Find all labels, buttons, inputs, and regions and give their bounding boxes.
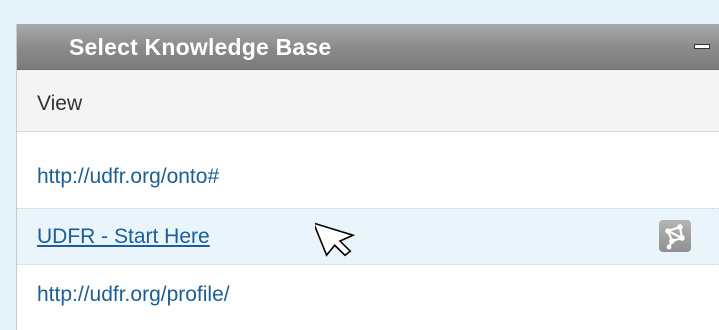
graph-network-icon[interactable] bbox=[659, 220, 691, 252]
list-item: http://udfr.org/profile/ bbox=[17, 265, 719, 322]
kb-link-onto[interactable]: http://udfr.org/onto# bbox=[37, 165, 219, 189]
panel-title: Select Knowledge Base bbox=[69, 34, 332, 60]
list-item: http://udfr.org/onto# bbox=[17, 132, 719, 208]
knowledge-base-panel: Select Knowledge Base View http://udfr.o… bbox=[16, 24, 719, 330]
kb-link-profile[interactable]: http://udfr.org/profile/ bbox=[37, 283, 230, 307]
knowledge-base-list: http://udfr.org/onto# UDFR - Start Here bbox=[17, 132, 719, 322]
panel-header: Select Knowledge Base bbox=[17, 24, 719, 70]
minus-icon[interactable] bbox=[693, 41, 711, 53]
view-row: View bbox=[17, 70, 719, 132]
view-label: View bbox=[37, 92, 83, 115]
list-item: UDFR - Start Here bbox=[17, 208, 719, 265]
kb-link-start-here[interactable]: UDFR - Start Here bbox=[37, 225, 210, 249]
pointer-arrow-icon bbox=[312, 217, 356, 264]
